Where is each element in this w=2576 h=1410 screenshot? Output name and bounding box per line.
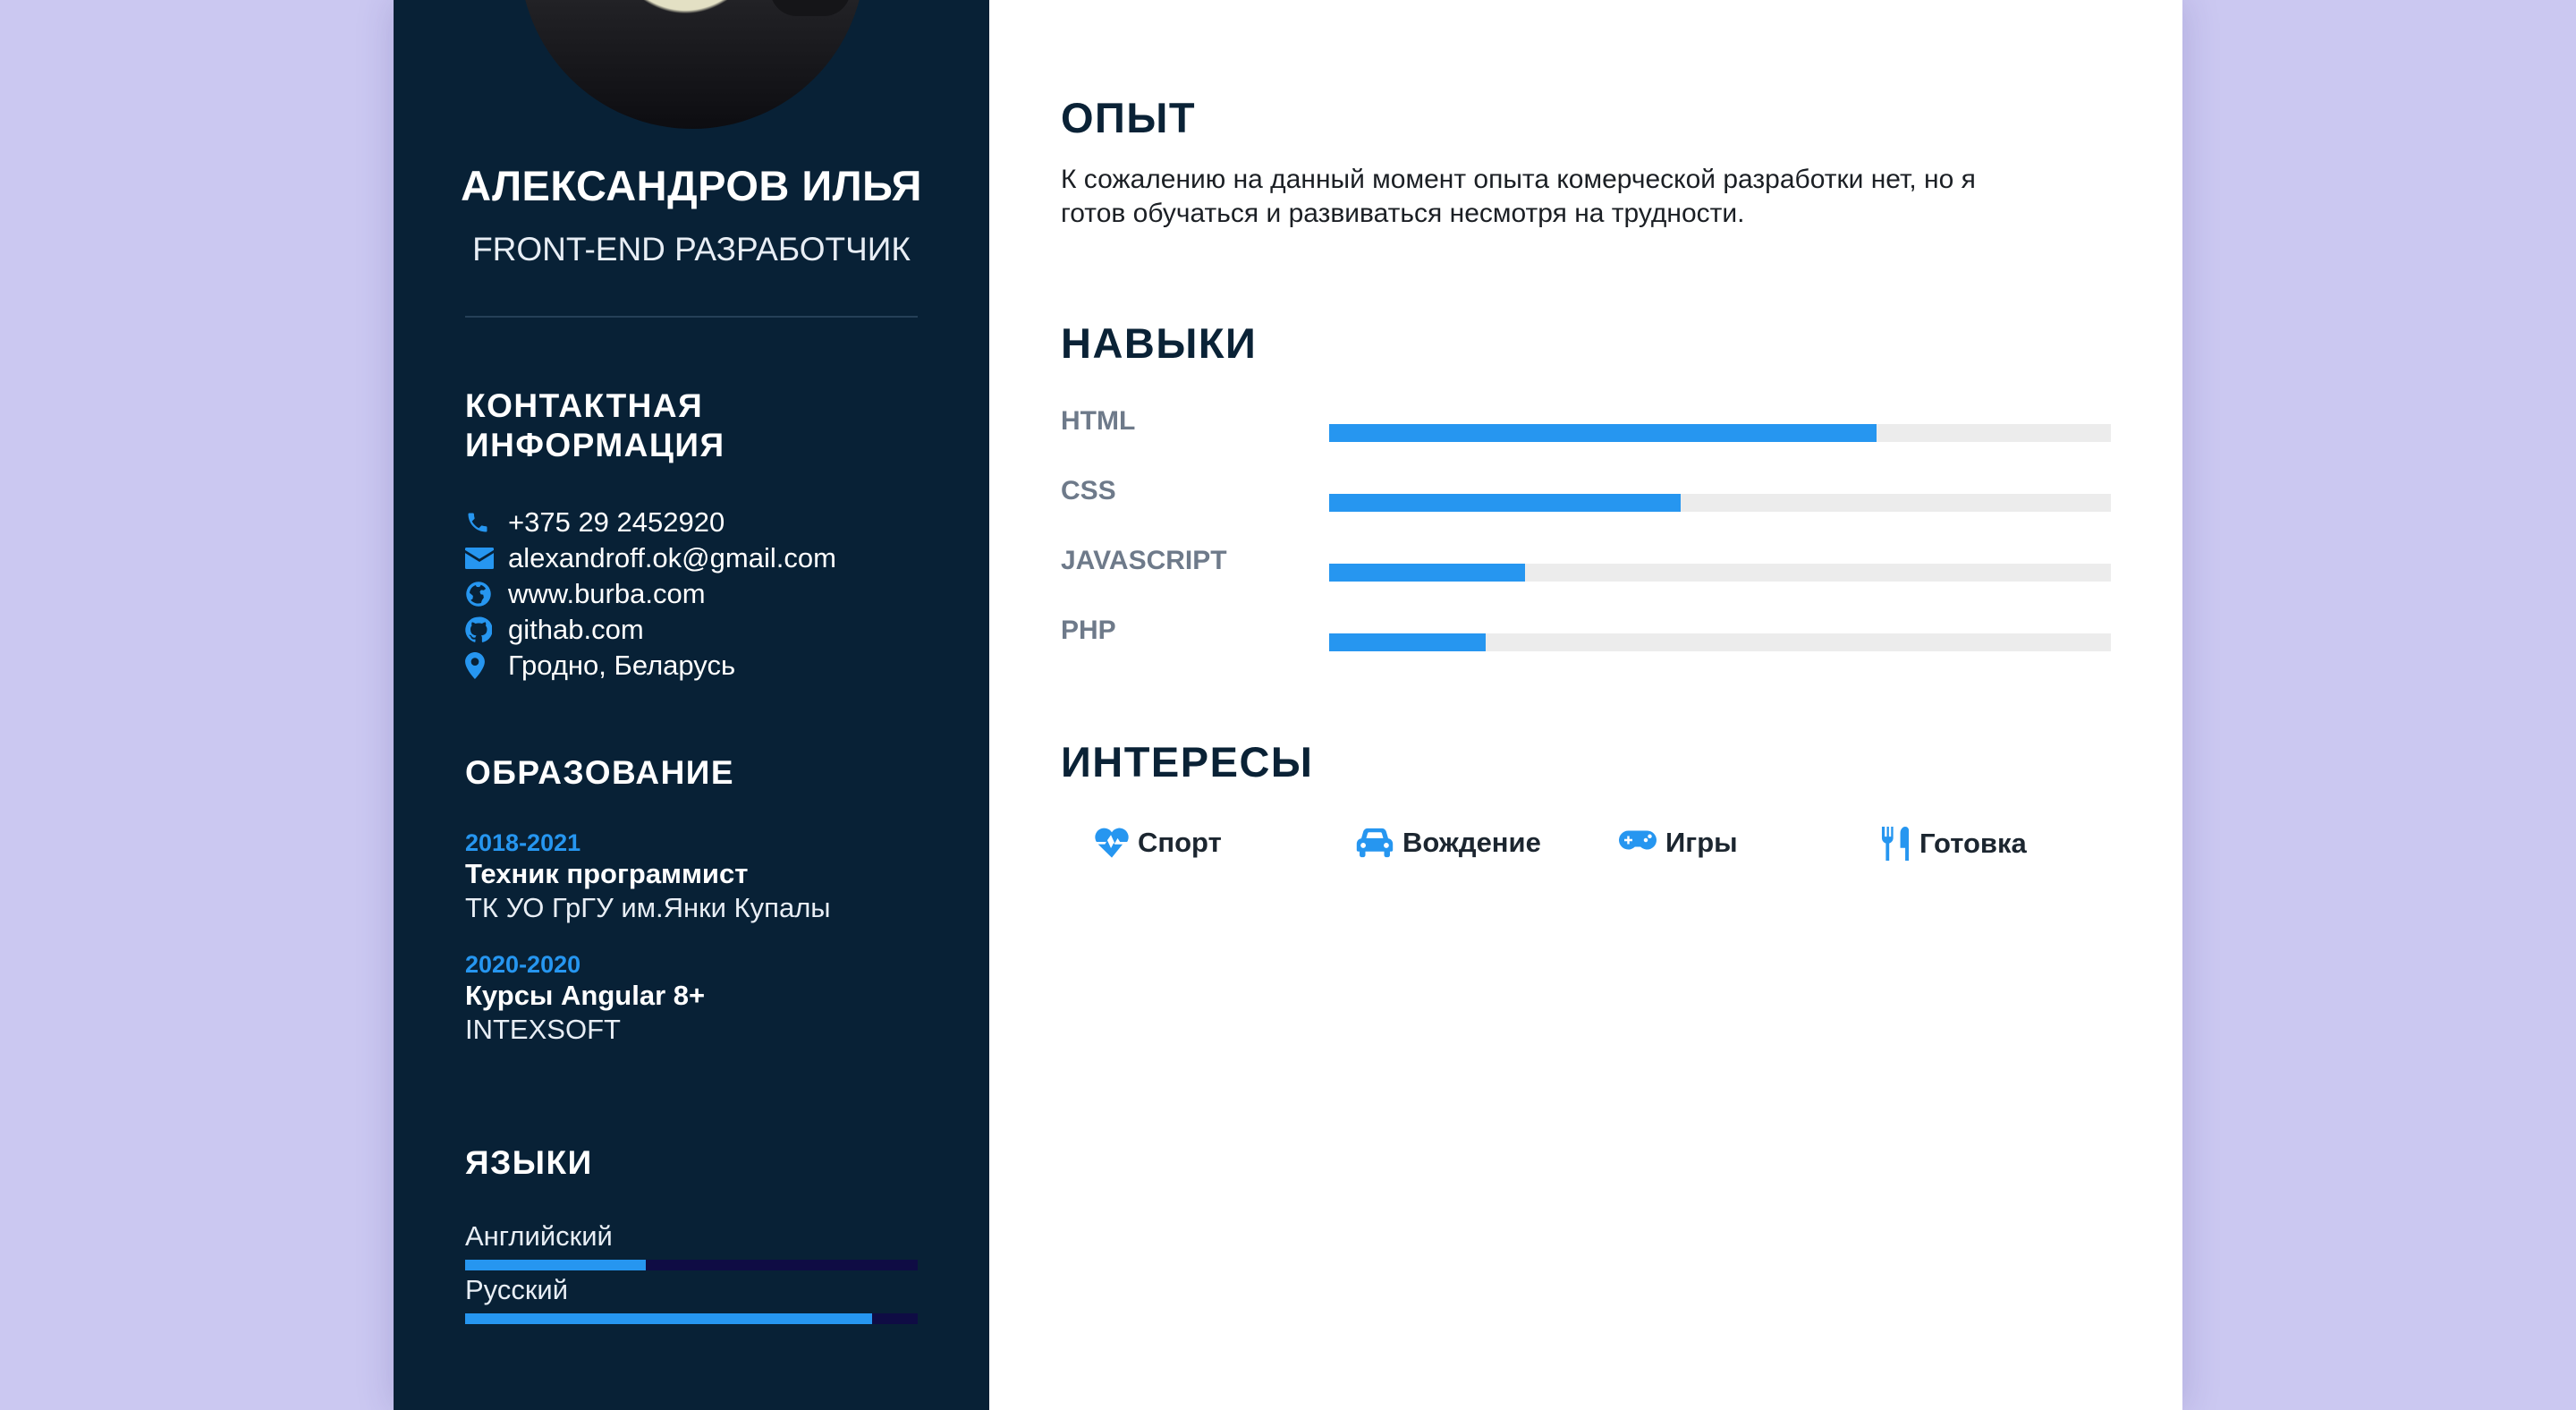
sidebar-divider	[465, 316, 918, 318]
skill-name: HTML	[1061, 406, 1136, 436]
skill-level-fill	[1329, 424, 1877, 442]
contact-phone[interactable]: +375 29 2452920	[465, 505, 836, 540]
interest-driving: Вождение	[1356, 827, 1541, 859]
skill-level-track	[1329, 564, 2111, 582]
education-item: 2018-2021 Техник программист ТК УО ГрГУ …	[465, 828, 831, 925]
globe-icon	[465, 581, 508, 607]
interest-games: Игры	[1619, 827, 1738, 859]
language-level-fill	[465, 1260, 647, 1270]
contact-location-text: Гродно, Беларусь	[508, 650, 736, 681]
skill-level-track	[1329, 494, 2111, 512]
contact-list: +375 29 2452920 alexandroff.ok@gmail.com…	[465, 505, 836, 684]
skill-level-track	[1329, 633, 2111, 651]
github-icon	[465, 616, 508, 643]
interest-label: Спорт	[1138, 827, 1222, 858]
experience-heading: ОПЫТ	[1061, 94, 1197, 141]
interests-heading: ИНТЕРЕСЫ	[1061, 738, 1314, 786]
envelope-icon	[465, 547, 508, 570]
sidebar: АЛЕКСАНДРОВ ИЛЬЯ FRONT-END РАЗРАБОТЧИК К…	[394, 0, 989, 1410]
skill-level-fill	[1329, 564, 1525, 582]
profile-role: FRONT-END РАЗРАБОТЧИК	[472, 231, 911, 268]
interest-cooking: Готовка	[1880, 827, 2027, 861]
language-name: Английский	[465, 1220, 613, 1252]
contact-github[interactable]: githab.com	[465, 612, 836, 648]
resume-page: АЛЕКСАНДРОВ ИЛЬЯ FRONT-END РАЗРАБОТЧИК К…	[394, 0, 2182, 1410]
interest-label: Вождение	[1402, 827, 1541, 858]
contact-location: Гродно, Беларусь	[465, 648, 836, 684]
gamepad-icon	[1619, 830, 1657, 850]
contact-github-text: githab.com	[508, 614, 644, 645]
language-item: Русский	[465, 1274, 918, 1324]
skill-row: CSS	[1061, 476, 2111, 512]
skill-row: PHP	[1061, 616, 2111, 651]
heartbeat-icon	[1095, 828, 1129, 858]
education-years: 2018-2021	[465, 829, 581, 856]
language-name: Русский	[465, 1274, 569, 1305]
experience-text: К сожалению на данный момент опыта комер…	[1061, 165, 1976, 228]
interest-sport: Спорт	[1095, 827, 1222, 859]
education-years: 2020-2020	[465, 951, 581, 978]
skill-row: HTML	[1061, 406, 2111, 442]
contact-phone-text: +375 29 2452920	[508, 506, 725, 538]
utensils-icon	[1881, 827, 1910, 861]
interest-label: Игры	[1665, 827, 1738, 858]
contact-website[interactable]: www.burba.com	[465, 576, 836, 612]
interests-list: Спорт Вождение Игры Готовка	[1061, 827, 2116, 871]
education-institution: ТК УО ГрГУ им.Янки Купалы	[465, 892, 831, 923]
skill-level-fill	[1329, 633, 1486, 651]
map-marker-icon	[465, 652, 508, 679]
languages-heading: ЯЗЫКИ	[465, 1144, 593, 1181]
language-level-track	[465, 1260, 918, 1270]
profile-name: АЛЕКСАНДРОВ ИЛЬЯ	[461, 162, 922, 209]
education-item: 2020-2020 Курсы Angular 8+ INTEXSOFT	[465, 950, 705, 1047]
contact-email[interactable]: alexandroff.ok@gmail.com	[465, 540, 836, 576]
skill-level-fill	[1329, 494, 1682, 512]
education-title: Техник программист	[465, 858, 749, 889]
skill-row: JAVASCRIPT	[1061, 546, 2111, 582]
profile-photo	[520, 0, 865, 129]
contact-heading: КОНТАКТНАЯ ИНФОРМАЦИЯ	[465, 387, 725, 463]
language-item: Английский	[465, 1220, 918, 1270]
skill-name: JAVASCRIPT	[1061, 546, 1227, 575]
skill-name: PHP	[1061, 616, 1116, 645]
phone-icon	[465, 510, 508, 535]
language-level-fill	[465, 1313, 873, 1324]
interest-label: Готовка	[1919, 828, 2027, 859]
contact-email-text: alexandroff.ok@gmail.com	[508, 542, 836, 573]
education-institution: INTEXSOFT	[465, 1014, 621, 1045]
language-level-track	[465, 1313, 918, 1324]
skill-name: CSS	[1061, 476, 1116, 505]
car-icon	[1356, 828, 1394, 858]
education-heading: ОБРАЗОВАНИЕ	[465, 754, 735, 791]
skill-level-track	[1329, 424, 2111, 442]
skills-heading: НАВЫКИ	[1061, 319, 1258, 367]
education-title: Курсы Angular 8+	[465, 980, 706, 1011]
contact-website-text: www.burba.com	[508, 578, 706, 609]
